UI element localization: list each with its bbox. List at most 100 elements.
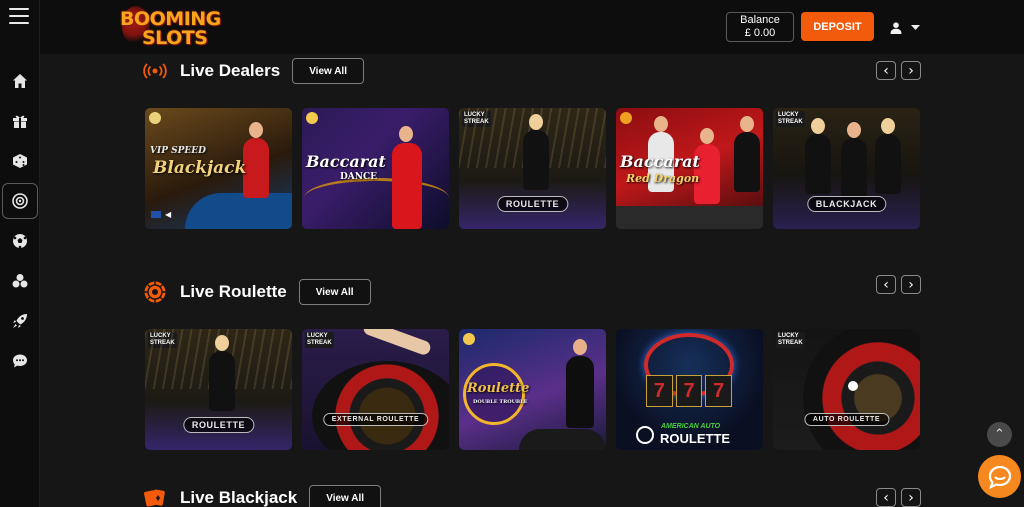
- table-surface: [616, 206, 763, 229]
- balance-label: Balance: [740, 14, 780, 26]
- dealer-figure: [573, 339, 587, 355]
- lucky-streak-badge: LUCKYSTREAK: [305, 332, 334, 348]
- dealer-figure: [881, 118, 895, 134]
- game-tile[interactable]: 7 7 7 AMERICAN AUTO ROULETTE: [616, 329, 763, 450]
- dealer-dress: [841, 138, 867, 198]
- user-menu[interactable]: [890, 20, 930, 36]
- home-icon[interactable]: [7, 68, 33, 94]
- dealer-figure: [654, 116, 668, 132]
- game-banner: EXTERNAL ROULETTE: [322, 413, 429, 426]
- game-tile[interactable]: LUCKY STREAK EXTERNAL ROULETTE: [302, 329, 449, 450]
- balance-value: £ 0.00: [744, 27, 776, 39]
- game-row-live-dealers: VIP SPEED Blackjack ◀ Baccarat DANCE LUC…: [145, 108, 920, 229]
- carousel-controls: ‹ ›: [876, 488, 921, 507]
- carousel-controls: ‹ ›: [876, 275, 921, 294]
- rocket-icon[interactable]: [7, 308, 33, 334]
- game-tile[interactable]: LUCKYSTREAK ROULETTE: [145, 329, 292, 450]
- dealer-dress: [566, 356, 594, 428]
- booming-slots-logo[interactable]: BOOMING SLOTS: [120, 6, 228, 50]
- section-title: Live Roulette: [180, 282, 287, 301]
- view-all-button[interactable]: View All: [298, 279, 371, 305]
- game-tile[interactable]: Baccarat DANCE: [302, 108, 449, 229]
- game-title-line1: VIP SPEED: [150, 146, 206, 156]
- carousel-controls: ‹ ›: [876, 61, 921, 80]
- game-tile[interactable]: LUCKYSTREAK ROULETTE: [459, 108, 606, 229]
- chevron-down-icon: [911, 25, 920, 30]
- dealer-figure: [847, 122, 861, 138]
- game-title-line2: DOUBLE TROUBLE: [473, 399, 528, 405]
- provider-badge-icon: [306, 112, 318, 124]
- dealer-figure: [249, 122, 263, 138]
- game-row-live-roulette: LUCKYSTREAK ROULETTE LUCKYSTREAK EXTERNA…: [145, 329, 920, 450]
- soccer-ball-icon[interactable]: [7, 228, 33, 254]
- game-title-line1: Baccarat: [306, 152, 386, 171]
- cards-icon: [142, 485, 168, 507]
- dealer-dress: [734, 132, 760, 192]
- provider-badge-icon: [463, 333, 475, 345]
- game-title-line2: Red Dragon: [626, 172, 700, 185]
- section-title: Live Blackjack: [180, 488, 298, 507]
- next-arrow-button[interactable]: ›: [901, 488, 921, 507]
- game-banner: AUTO ROULETTE: [803, 413, 890, 426]
- game-tile[interactable]: Baccarat Red Dragon: [616, 108, 763, 229]
- gift-icon[interactable]: [7, 108, 33, 134]
- game-subtitle: AMERICAN AUTO: [661, 423, 721, 430]
- view-all-button[interactable]: View All: [292, 58, 364, 84]
- next-arrow-button[interactable]: ›: [901, 275, 921, 294]
- dealer-figure: [740, 116, 754, 132]
- provider-badge-icon: [149, 112, 161, 124]
- app-root: BOOMING SLOTS Balance £ 0.00 DEPOSIT Liv…: [0, 0, 1024, 507]
- section-title: Live Dealers: [180, 61, 281, 80]
- uk-flag-icon: [151, 211, 161, 218]
- prev-arrow-button[interactable]: ‹: [876, 61, 896, 80]
- top-header: BOOMING SLOTS Balance £ 0.00 DEPOSIT: [40, 0, 1024, 54]
- dealer-figure: [700, 128, 714, 144]
- game-tile[interactable]: Roulette DOUBLE TROUBLE: [459, 329, 606, 450]
- hamburger-menu-icon[interactable]: [9, 8, 31, 26]
- roulette-ball: [848, 381, 858, 391]
- deposit-button[interactable]: DEPOSIT: [801, 12, 874, 41]
- game-title-line2: Blackjack: [153, 158, 247, 178]
- dealer-figure: [529, 114, 543, 130]
- game-title: ROULETTE: [660, 431, 731, 446]
- roulette-wheel: [312, 361, 449, 450]
- game-title-line2: DANCE: [340, 172, 378, 182]
- light-swoosh: [304, 178, 449, 218]
- game-tile[interactable]: LUCKY STREAK BLACKJACK: [773, 108, 920, 229]
- user-icon: [890, 22, 902, 34]
- dealer-dress: [209, 351, 235, 411]
- dealer-figure: [399, 126, 413, 142]
- scroll-to-top-button[interactable]: ⌃: [987, 422, 1012, 447]
- dealer-dress: [243, 138, 269, 198]
- dealer-dress: [392, 143, 422, 229]
- lucky-streak-badge: LUCKYSTREAK: [776, 332, 805, 348]
- lucky-streak-badge: LUCKYSTREAK: [776, 111, 805, 127]
- chat-icon: [988, 465, 1011, 489]
- live-chat-button[interactable]: [978, 455, 1021, 498]
- balance-display: Balance £ 0.00: [726, 12, 794, 42]
- dealer-dress: [875, 134, 901, 194]
- view-all-button[interactable]: View All: [309, 485, 381, 507]
- roulette-wheel: [803, 329, 920, 450]
- chat-bubble-icon[interactable]: [7, 348, 33, 374]
- section-header-live-blackjack: Live Blackjack View All: [142, 484, 381, 507]
- roulette-icon: [142, 279, 168, 305]
- broadcast-icon: [142, 58, 168, 84]
- game-tile[interactable]: LUCKY STREAK AUTO ROULETTE: [773, 329, 920, 450]
- prev-arrow-button[interactable]: ‹: [876, 275, 896, 294]
- sidebar: [0, 0, 40, 507]
- provider-logo-icon: [636, 426, 654, 444]
- dealer-hand: [361, 329, 433, 357]
- roulette-wheel-icon[interactable]: [2, 183, 38, 219]
- prev-arrow-button[interactable]: ‹: [876, 488, 896, 507]
- game-banner: BLACKJACK: [806, 196, 887, 212]
- game-tile[interactable]: VIP SPEED Blackjack ◀: [145, 108, 292, 229]
- poker-chips-icon[interactable]: [7, 268, 33, 294]
- dice-icon[interactable]: [7, 148, 33, 174]
- slot-reels: 7 7 7: [646, 375, 733, 407]
- next-arrow-button[interactable]: ›: [901, 61, 921, 80]
- game-title-line1: Roulette: [467, 381, 530, 396]
- roulette-wheel: [519, 429, 606, 450]
- provider-badge-icon: [620, 112, 632, 124]
- logo-text-line2: SLOTS: [142, 27, 208, 49]
